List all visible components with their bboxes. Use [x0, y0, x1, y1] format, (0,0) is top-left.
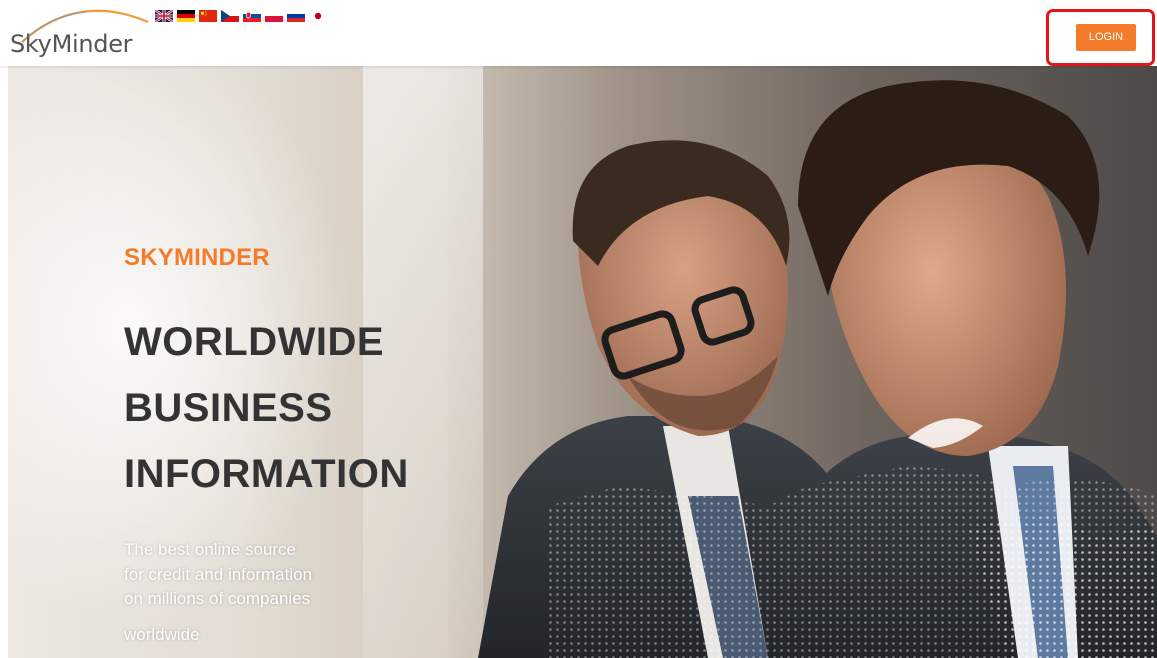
headline-line-2: BUSINESS — [124, 386, 333, 430]
slovakia-flag-icon[interactable] — [243, 10, 261, 22]
page: SkyMinder LOGIN SKYMINDER WORLDWIDE BUSI… — [0, 0, 1157, 658]
skyminder-logo[interactable]: SkyMinder — [8, 6, 168, 62]
japan-flag-icon[interactable] — [309, 10, 327, 22]
tagline-line-1: The best online source — [124, 540, 296, 559]
czech-flag-icon[interactable] — [221, 10, 239, 22]
tagline-line-3: on millions of companies — [124, 589, 311, 608]
uk-flag-icon[interactable] — [155, 10, 173, 22]
language-selector — [155, 10, 327, 22]
headline-line-1: WORLDWIDE — [124, 320, 385, 364]
login-button[interactable]: LOGIN — [1076, 24, 1136, 51]
germany-flag-icon[interactable] — [177, 10, 195, 22]
russia-flag-icon[interactable] — [287, 10, 305, 22]
china-flag-icon[interactable] — [199, 10, 217, 22]
tagline-line-2: for credit and information — [124, 565, 313, 584]
poland-flag-icon[interactable] — [265, 10, 283, 22]
logo-text: SkyMinder — [10, 30, 133, 58]
headline-line-3: INFORMATION — [124, 452, 409, 496]
tagline-line-4: worldwide — [124, 625, 200, 644]
brand-label: SKYMINDER — [124, 244, 270, 271]
hero-banner: SKYMINDER WORLDWIDE BUSINESS INFORMATION… — [8, 66, 1157, 658]
top-header: SkyMinder LOGIN — [0, 0, 1157, 66]
